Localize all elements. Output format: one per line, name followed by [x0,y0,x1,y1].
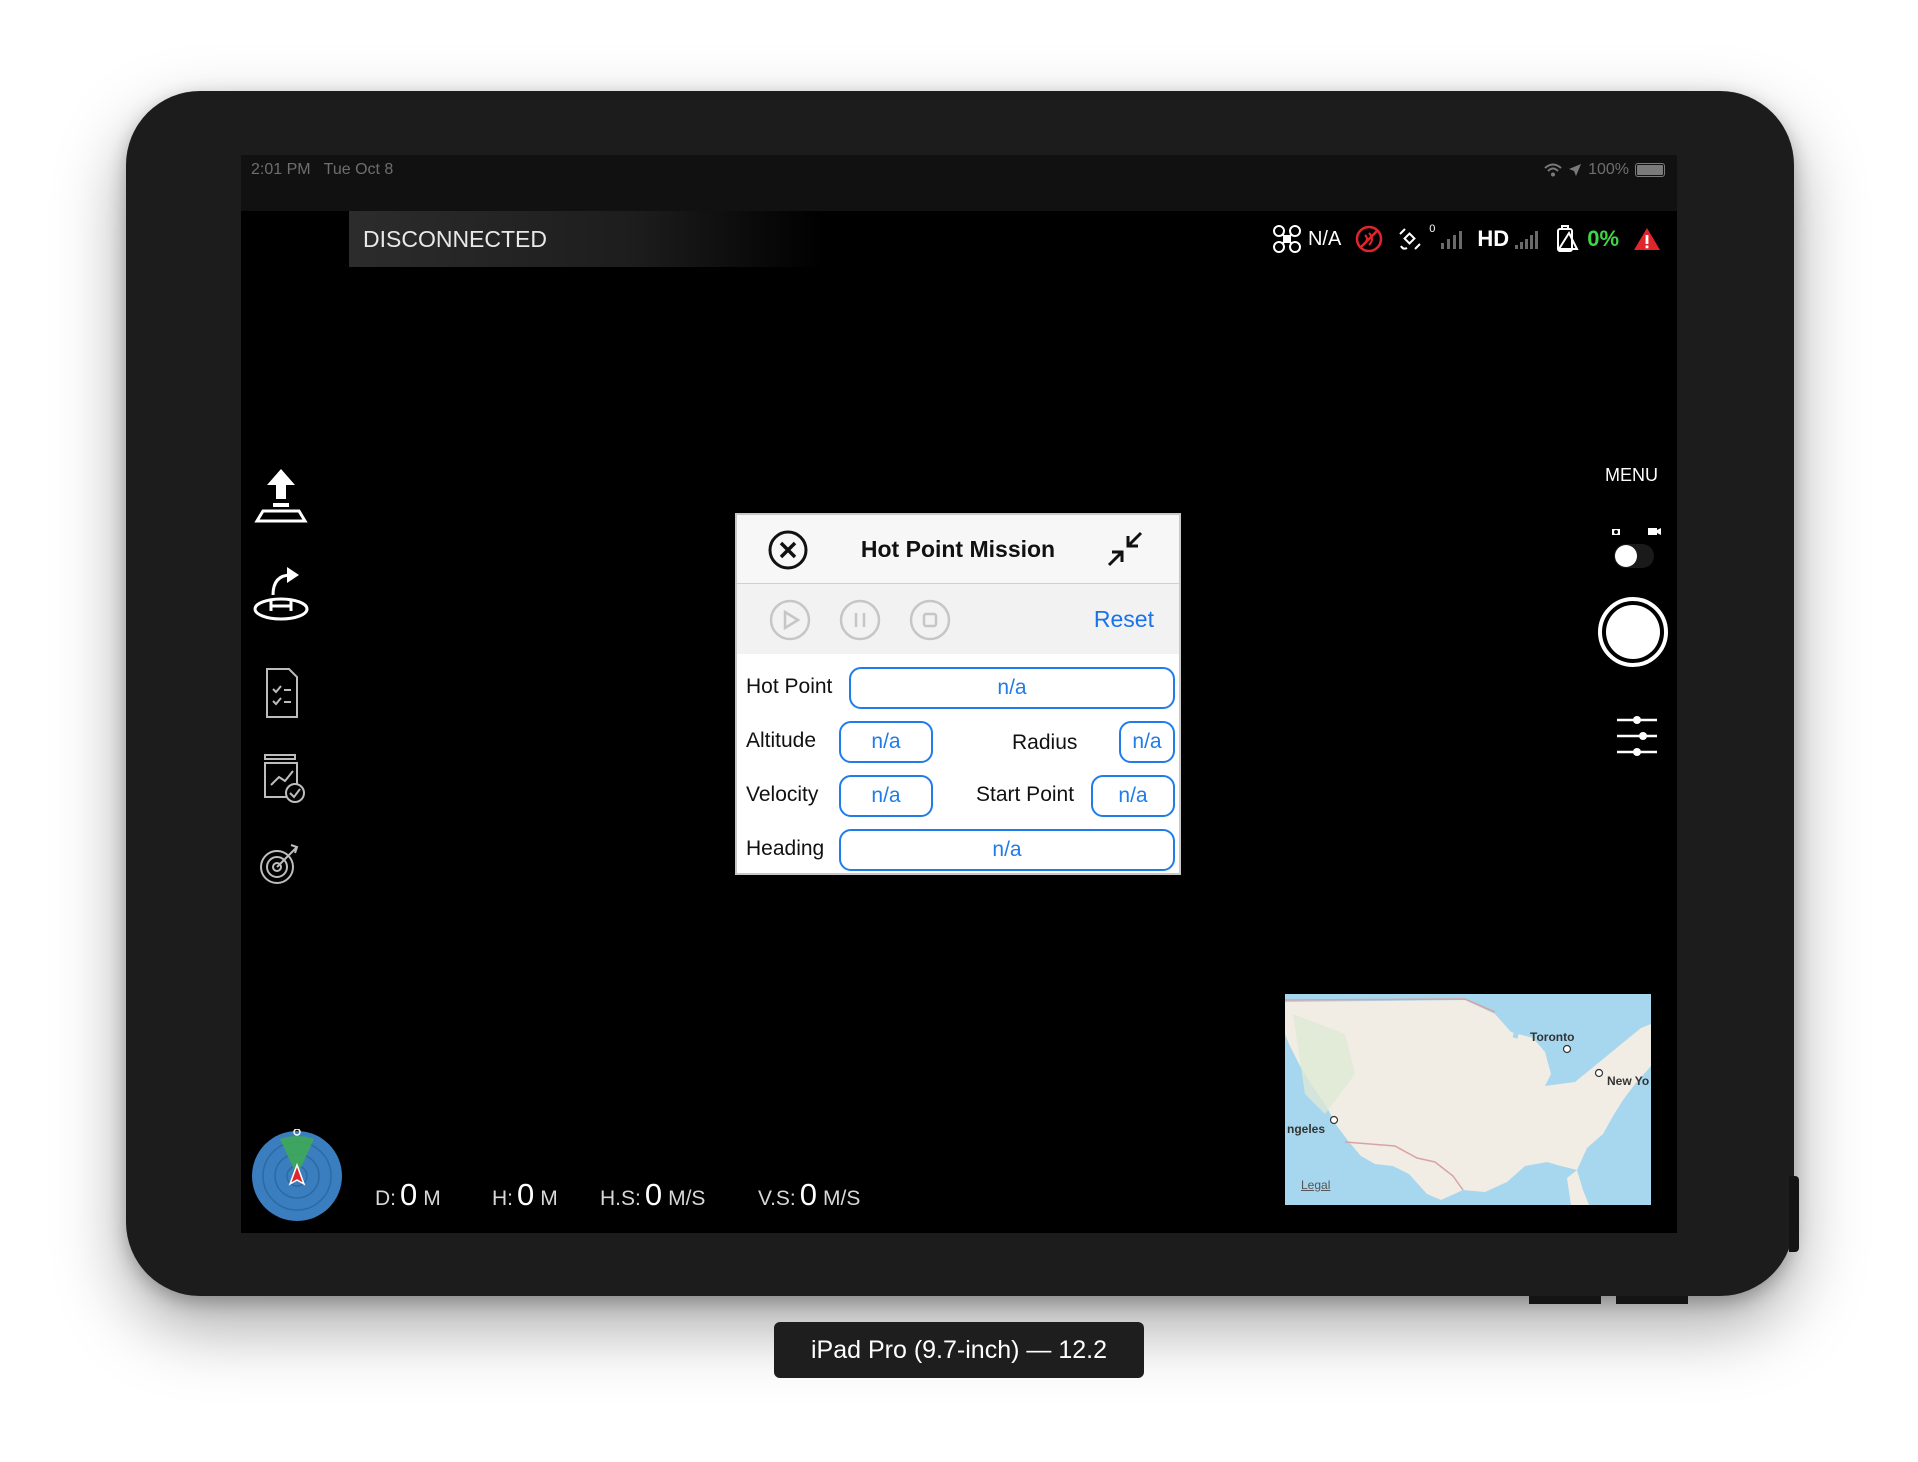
hd-link-status[interactable]: HD [1477,226,1541,252]
pause-icon[interactable] [839,599,881,641]
hd-signal-bars-icon [1515,231,1539,249]
heading-field[interactable]: n/a [839,829,1175,871]
status-time: 2:01 PM Tue Oct 8 [251,161,393,179]
mission-controls: Reset [737,584,1179,654]
vertical-speed-label: V.S: [758,1187,796,1210]
mission-manager-icon[interactable] [251,749,311,809]
horizontal-speed-unit: M/S [668,1187,706,1210]
hot-point-label: Hot Point [746,675,833,698]
radius-label: Radius [1012,731,1078,754]
start-point-label: Start Point [976,783,1075,806]
horizontal-speed-label: H.S: [600,1187,641,1210]
app-screen: 2:01 PM Tue Oct 8 100% DISCONNECTED N/A … [241,155,1677,1233]
volume-button [1616,1296,1688,1304]
dji-top-bar: DISCONNECTED N/A 0 HD 0% [241,211,1677,267]
vertical-speed-unit: M/S [823,1187,861,1210]
time-text: 2:01 PM [251,161,311,178]
stop-icon[interactable] [909,599,951,641]
heading-label: Heading [746,837,825,860]
gps-status[interactable]: 0 [1397,223,1463,252]
distance-unit: M [423,1187,441,1210]
menu-button[interactable]: MENU [1605,465,1658,486]
battery-percent-value: 0% [1587,226,1619,251]
radius-field[interactable]: n/a [1119,721,1175,763]
distance-value: 0 [400,1177,418,1212]
location-arrow-icon [1569,164,1582,176]
height-unit: M [540,1187,558,1210]
checklist-icon[interactable] [251,663,311,723]
radar-compass-icon[interactable] [250,1129,344,1223]
altitude-label: Altitude [746,729,817,752]
vertical-speed-readout: V.S: 0 M/S [758,1177,860,1213]
battery-warning-icon [1557,225,1579,252]
shutter-button[interactable] [1598,597,1668,667]
connection-status[interactable]: DISCONNECTED [349,211,823,267]
shutter-inner [1606,605,1660,659]
height-readout: H: 0 M [492,1177,558,1213]
reset-button[interactable]: Reset [1094,584,1154,654]
aircraft-battery[interactable]: 0% [1555,225,1619,253]
horizontal-speed-readout: H.S: 0 M/S [600,1177,705,1213]
height-value: 0 [517,1177,535,1212]
warning-icon[interactable] [1633,226,1661,252]
map-label-los-angeles: ngeles [1287,1122,1326,1136]
vertical-speed-value: 0 [799,1177,818,1212]
target-icon[interactable] [251,833,311,893]
wifi-icon [1544,163,1562,177]
aircraft-status-text: N/A [1307,227,1342,250]
map-label-toronto: Toronto [1530,1030,1575,1044]
gps-signal-bars-icon [1441,231,1463,249]
satellite-icon [1399,228,1422,250]
hot-point-mission-panel: Hot Point Mission Reset Hot Point n/a Al… [735,513,1181,875]
return-home-icon[interactable] [251,565,311,625]
camera-settings-icon[interactable] [1613,712,1661,760]
distance-readout: D: 0 M [375,1177,441,1213]
battery-percent: 100% [1588,161,1629,178]
velocity-field[interactable]: n/a [839,775,933,817]
start-point-field[interactable]: n/a [1091,775,1175,817]
mini-map[interactable]: Toronto New Yo ngeles Legal [1285,994,1651,1205]
ios-status-bar: 2:01 PM Tue Oct 8 100% [241,155,1677,211]
date-text: Tue Oct 8 [323,161,394,178]
gps-count: 0 [1429,223,1436,235]
map-legal-link[interactable]: Legal [1301,1178,1330,1192]
takeoff-icon[interactable] [251,465,311,525]
hot-point-field[interactable]: n/a [849,667,1175,709]
volume-button [1529,1296,1601,1304]
play-icon[interactable] [769,599,811,641]
obstacle-avoidance-off-icon[interactable] [1355,225,1383,253]
drone-icon [1272,225,1301,253]
side-button [1789,1176,1799,1252]
map-label-new-york: New Yo [1607,1074,1650,1088]
altitude-field[interactable]: n/a [839,721,933,763]
map-canvas [1285,994,1651,1205]
horizontal-speed-value: 0 [644,1177,663,1212]
height-label: H: [492,1187,513,1210]
device-caption: iPad Pro (9.7-inch) — 12.2 [774,1322,1144,1378]
aircraft-status[interactable]: N/A [1272,224,1341,254]
status-right: 100% [1544,161,1665,179]
collapse-icon[interactable] [1105,529,1145,569]
photo-video-toggle[interactable] [1610,522,1662,572]
hd-label: HD [1477,226,1510,251]
distance-label: D: [375,1187,396,1210]
top-status-icons: N/A 0 HD 0% [1272,211,1661,267]
battery-icon [1635,163,1665,177]
velocity-label: Velocity [746,783,819,806]
panel-header: Hot Point Mission [737,515,1179,584]
